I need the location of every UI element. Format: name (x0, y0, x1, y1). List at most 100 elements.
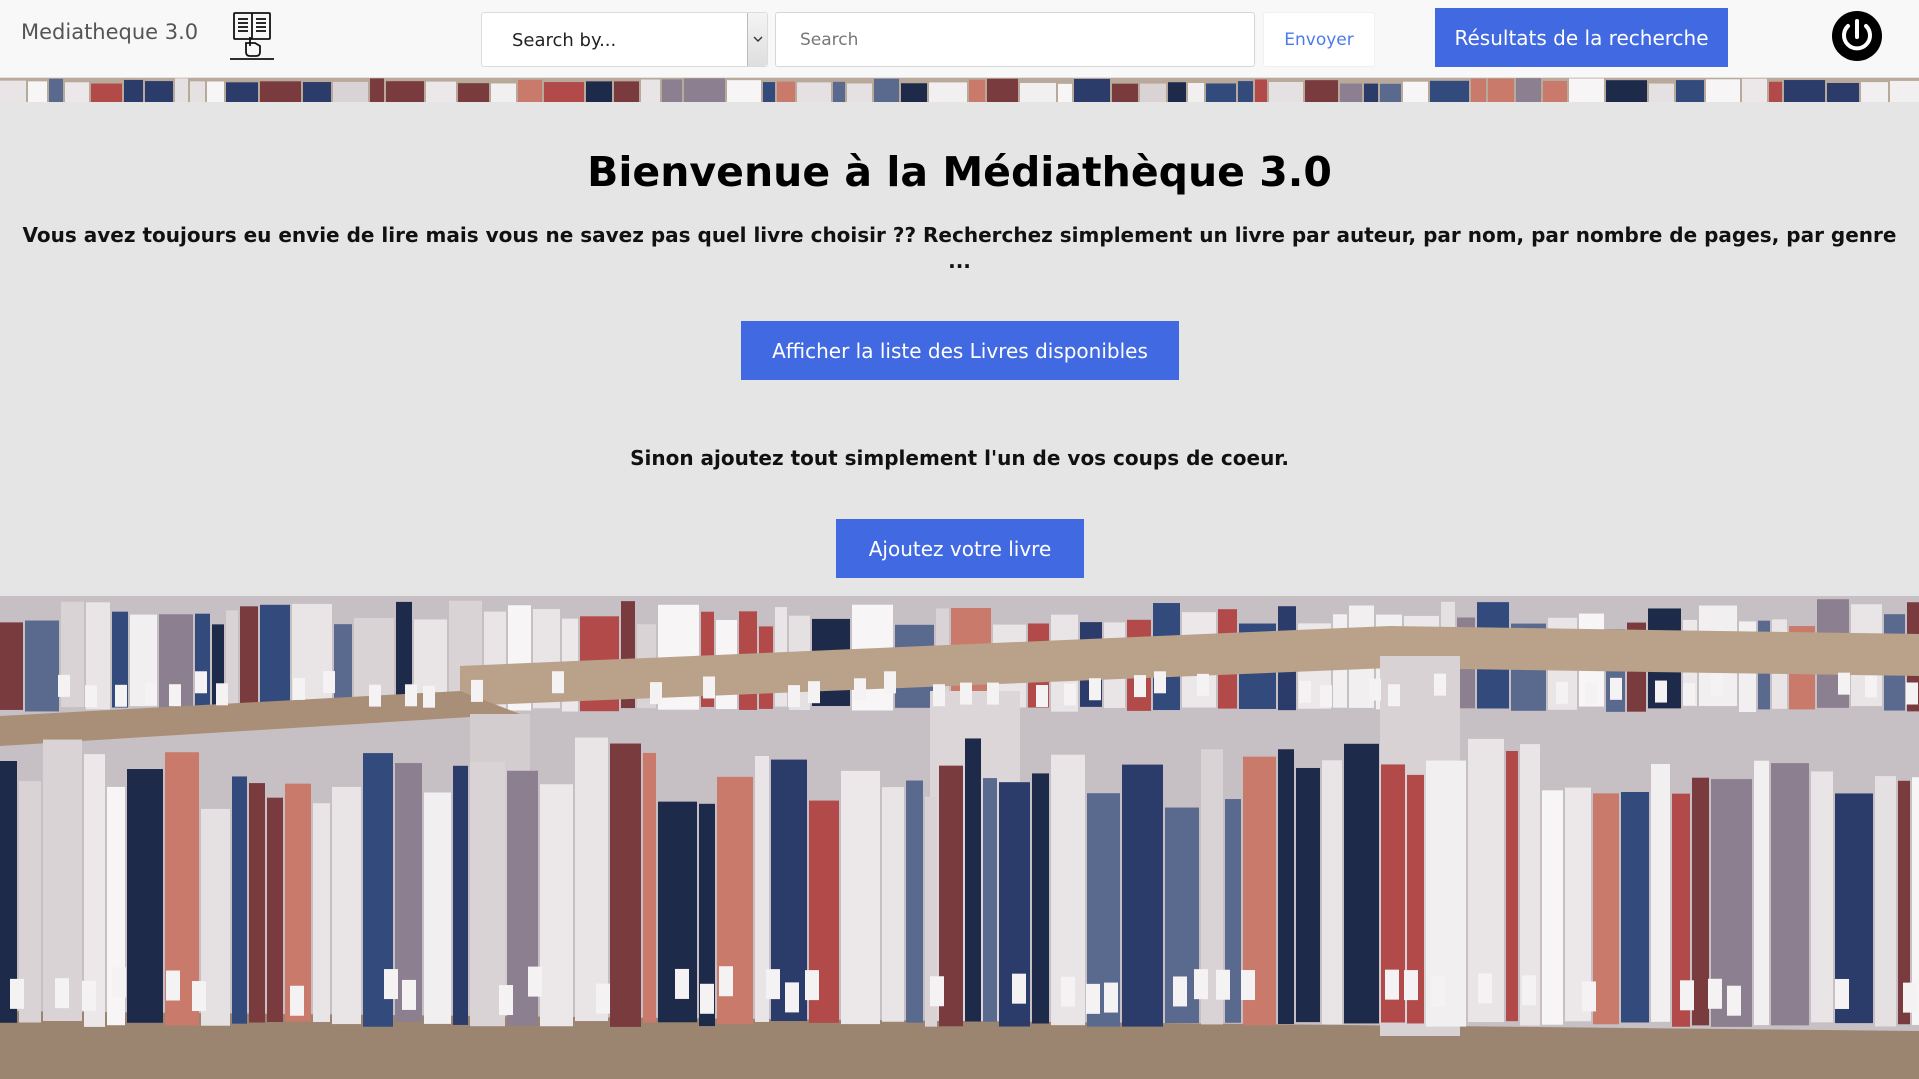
book-spine (426, 81, 456, 102)
book-spine (1206, 83, 1236, 102)
book-spine (684, 78, 725, 102)
book-label (323, 671, 335, 694)
book-spine (1784, 80, 1825, 102)
book-label (1683, 682, 1695, 705)
book-label (10, 978, 24, 1009)
book-label (1434, 673, 1446, 696)
hero-subtext: Sinon ajoutez tout simplement l'un de vo… (630, 446, 1289, 470)
book-spine (797, 82, 831, 102)
add-book-button[interactable]: Ajoutez votre livre (836, 519, 1084, 578)
book-spine (260, 81, 301, 102)
book-label (1104, 982, 1118, 1013)
book-spine (1364, 83, 1378, 102)
book-label (423, 685, 435, 708)
book-spine (313, 803, 330, 1022)
book-spine (1112, 83, 1138, 102)
book-label (1835, 978, 1849, 1009)
book-label (471, 679, 483, 702)
book-label (805, 970, 819, 1001)
book-label (195, 671, 207, 694)
book-label (884, 671, 896, 694)
power-icon[interactable] (1831, 10, 1883, 62)
search-results-button[interactable]: Résultats de la recherche (1435, 8, 1728, 67)
book-spine (1890, 80, 1919, 102)
book-spine (240, 606, 258, 709)
book-spine (175, 78, 188, 102)
book-label (58, 674, 70, 697)
book-label (930, 976, 944, 1007)
book-spine (833, 81, 845, 102)
hero-description: Vous avez toujours eu envie de lire mais… (22, 223, 1897, 273)
brand-name[interactable]: Mediatheque 3.0 (21, 20, 198, 44)
book-label (1582, 981, 1596, 1012)
book-spine (1269, 81, 1303, 102)
book-spine (1542, 790, 1563, 1025)
send-button[interactable]: Envoyer (1263, 12, 1375, 67)
book-spine (540, 784, 573, 1027)
chevron-down-icon (753, 36, 763, 42)
book-spine (641, 79, 660, 102)
search-by-selected-value: Search by... (512, 30, 617, 51)
book-label (766, 969, 780, 1000)
book-spine (1032, 773, 1049, 1024)
book-spine (1380, 83, 1401, 102)
book-spine (518, 79, 542, 102)
book-label (1194, 969, 1208, 1000)
book-label (1478, 973, 1492, 1004)
search-by-select[interactable]: Search by... (481, 12, 768, 67)
book-label (1086, 983, 1100, 1014)
book-spine (1305, 80, 1338, 102)
show-books-list-button[interactable]: Afficher la liste des Livres disponibles (741, 321, 1179, 380)
book-label (402, 979, 416, 1010)
book-spine (1649, 83, 1674, 102)
book-label (1585, 682, 1597, 705)
book-spine (190, 81, 205, 102)
book-spine (0, 80, 26, 102)
book-spine (1238, 81, 1253, 102)
book-spine (333, 81, 368, 102)
book-spine (610, 743, 641, 1027)
book-spine (1322, 760, 1342, 1025)
select-arrow[interactable] (747, 13, 767, 66)
book-spine (386, 81, 424, 102)
book-label (192, 981, 206, 1012)
book-label (854, 678, 866, 701)
book-label (703, 676, 715, 699)
book-label (1197, 673, 1209, 696)
book-spine (882, 787, 904, 1022)
book-label (788, 685, 800, 708)
book-spine (1606, 80, 1647, 102)
book-spine (1769, 81, 1782, 102)
book-label (785, 982, 799, 1013)
book-spine (232, 776, 247, 1024)
book-spine (1621, 792, 1649, 1023)
book-spine (1296, 767, 1320, 1023)
book-label (1610, 677, 1622, 700)
book-label (1903, 982, 1917, 1013)
search-input[interactable] (775, 12, 1255, 67)
book-label (1385, 969, 1399, 1000)
book-label (1036, 685, 1048, 708)
book-spine (983, 778, 997, 1022)
book-spine (91, 83, 122, 102)
book-label (1089, 678, 1101, 701)
book-label (82, 980, 96, 1011)
hero-panel: Bienvenue à la Médiathèque 3.0 Vous avez… (0, 102, 1919, 596)
book-spine (267, 797, 283, 1023)
book-spine (969, 79, 985, 102)
book-spine (25, 620, 59, 712)
book-spine (544, 82, 584, 102)
book-label (166, 970, 180, 1001)
book-spine (1140, 83, 1166, 102)
book-spine (226, 82, 258, 102)
book-spine (249, 783, 265, 1023)
library-bookshelves-photo (0, 596, 1919, 1079)
book-spine (906, 780, 923, 1023)
page-title: Bienvenue à la Médiathèque 3.0 (587, 148, 1332, 196)
book-spine (303, 82, 331, 102)
book-spine (1651, 763, 1670, 1022)
book-spine (575, 737, 608, 1022)
book-label (808, 681, 820, 704)
book-spine (1593, 793, 1619, 1025)
book-label (1012, 973, 1026, 1004)
